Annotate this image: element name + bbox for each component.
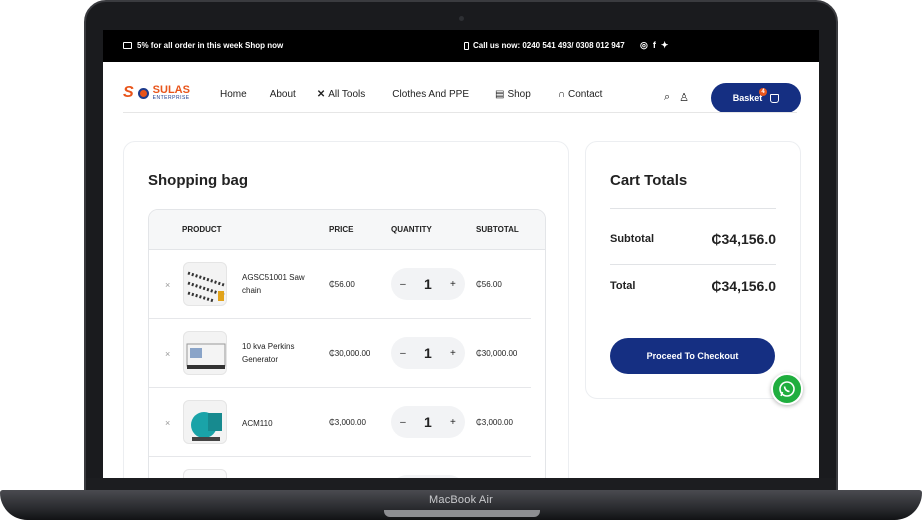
store-icon: ▤ <box>495 89 505 100</box>
basket-count-badge: 4 <box>759 88 767 96</box>
quantity-stepper: – 1 + <box>391 268 465 300</box>
decrement-button[interactable]: – <box>400 417 406 428</box>
model-label: MacBook Air <box>429 494 493 506</box>
quantity-value[interactable]: 1 <box>424 276 432 292</box>
total-value: ₵34,156.0 <box>711 278 776 294</box>
nav-item-shop[interactable]: ▤ Shop <box>495 89 531 100</box>
product-price: ₵30,000.00 <box>329 349 371 358</box>
cart-row: × ACM110 ₵3,000.00 – 1 + ₵3,000.00 <box>149 388 531 457</box>
remove-icon[interactable]: × <box>165 280 170 290</box>
search-icon[interactable]: ⌕ <box>664 91 670 104</box>
total-label: Total <box>610 280 636 292</box>
laptop-notch <box>384 510 540 517</box>
product-name[interactable]: 10 kva Perkins Generator <box>242 340 320 366</box>
product-thumbnail[interactable] <box>183 331 227 375</box>
phone-icon <box>464 41 469 50</box>
logo-sub: ENTERPRISE <box>152 95 190 101</box>
increment-button[interactable]: + <box>450 279 456 290</box>
divider <box>610 264 776 265</box>
cart-row: × 10 kva Perkins Generator ₵30,000.00 – … <box>149 319 531 388</box>
announcement-bar: 5% for all order in this week Shop now C… <box>103 30 819 62</box>
quantity-value[interactable]: 1 <box>424 414 432 430</box>
main-nav: S SULAS ENTERPRISE Home About ✕ All Tools… <box>103 62 819 114</box>
product-subtotal: ₵30,000.00 <box>476 349 518 358</box>
camera <box>459 16 464 21</box>
instagram-icon[interactable]: ◎ <box>640 40 648 51</box>
subtotal-value: ₵34,156.0 <box>711 231 776 247</box>
decrement-button[interactable]: – <box>400 279 406 290</box>
cart-totals-title: Cart Totals <box>610 172 688 189</box>
increment-button[interactable]: + <box>450 417 456 428</box>
quantity-stepper: – 1 + <box>391 337 465 369</box>
facebook-icon[interactable]: f <box>653 40 656 51</box>
cart-row: × AGSC51001 Saw chain ₵56.00 – 1 + ₵56.0… <box>149 250 531 319</box>
nav-item-contact[interactable]: ∩ Contact <box>558 89 603 100</box>
header-subtotal: SUBTOTAL <box>476 225 519 234</box>
gear-icon <box>137 87 149 99</box>
product-name[interactable]: ACM110 <box>242 417 320 430</box>
promo-text: 5% for all order in this week Shop now <box>137 41 284 50</box>
headset-icon: ∩ <box>557 89 565 100</box>
increment-button[interactable]: + <box>450 348 456 359</box>
cart-table-header: PRODUCT PRICE QUANTITY SUBTOTAL <box>149 210 545 250</box>
quantity-stepper: – 1 + <box>391 406 465 438</box>
proceed-to-checkout-button[interactable]: Proceed To Checkout <box>610 338 775 374</box>
remove-icon[interactable]: × <box>165 418 170 428</box>
header-product: PRODUCT <box>182 225 222 234</box>
nav-item-clothes[interactable]: Clothes And PPE <box>392 89 469 100</box>
subtotal-label: Subtotal <box>610 233 654 245</box>
product-price: ₵3,000.00 <box>329 418 366 427</box>
nav-item-all-tools[interactable]: ✕ All Tools <box>317 89 365 100</box>
logo-mark: S <box>123 84 134 101</box>
whatsapp-button[interactable] <box>771 373 803 405</box>
bag-icon <box>770 93 780 103</box>
product-name[interactable]: AGSC51001 Saw chain <box>242 271 320 297</box>
gift-icon <box>123 42 132 49</box>
product-thumbnail[interactable] <box>183 469 227 478</box>
header-price: PRICE <box>329 225 354 234</box>
remove-icon[interactable]: × <box>165 349 170 359</box>
nav-item-home[interactable]: Home <box>220 89 247 100</box>
user-icon[interactable]: ♙ <box>679 91 689 104</box>
cart-table: PRODUCT PRICE QUANTITY SUBTOTAL × AGSC51… <box>148 209 546 478</box>
product-thumbnail[interactable] <box>183 400 227 444</box>
header-quantity: QUANTITY <box>391 225 432 234</box>
nav-item-about[interactable]: About <box>270 89 296 100</box>
product-subtotal: ₵56.00 <box>476 280 502 289</box>
cart-totals-card: Cart Totals Subtotal ₵34,156.0 Total ₵34… <box>585 141 801 399</box>
laptop-mockup: 5% for all order in this week Shop now C… <box>0 0 922 530</box>
twitter-icon[interactable]: ✦ <box>661 40 669 51</box>
quantity-value[interactable]: 1 <box>424 345 432 361</box>
product-subtotal: ₵3,000.00 <box>476 418 513 427</box>
call-info: Call us now: 0240 541 493/ 0308 012 947 <box>464 41 625 50</box>
promo[interactable]: 5% for all order in this week Shop now <box>123 41 283 50</box>
basket-button[interactable]: Basket 4 <box>711 83 801 113</box>
nav-divider <box>123 112 797 113</box>
divider <box>610 208 776 209</box>
browser-screen: 5% for all order in this week Shop now C… <box>103 30 819 478</box>
whatsapp-icon <box>779 381 795 397</box>
call-text: Call us now: 0240 541 493/ 0308 012 947 <box>473 41 625 50</box>
basket-label: Basket <box>732 93 763 103</box>
nav-menu: Home About ✕ All Tools Clothes And PPE ▤ S… <box>220 89 602 100</box>
site-logo[interactable]: S SULAS ENTERPRISE <box>123 84 190 102</box>
product-thumbnail[interactable] <box>183 262 227 306</box>
product-price: ₵56.00 <box>329 280 355 289</box>
decrement-button[interactable]: – <box>400 348 406 359</box>
cart-row-partial <box>149 457 531 478</box>
tools-icon: ✕ <box>316 89 326 100</box>
social-links: ◎ f ✦ <box>640 40 668 51</box>
shopping-bag-title: Shopping bag <box>148 172 248 189</box>
nav-icons: ⌕ ♙ <box>664 91 689 104</box>
shopping-bag-card: Shopping bag PRODUCT PRICE QUANTITY SUBT… <box>123 141 569 478</box>
